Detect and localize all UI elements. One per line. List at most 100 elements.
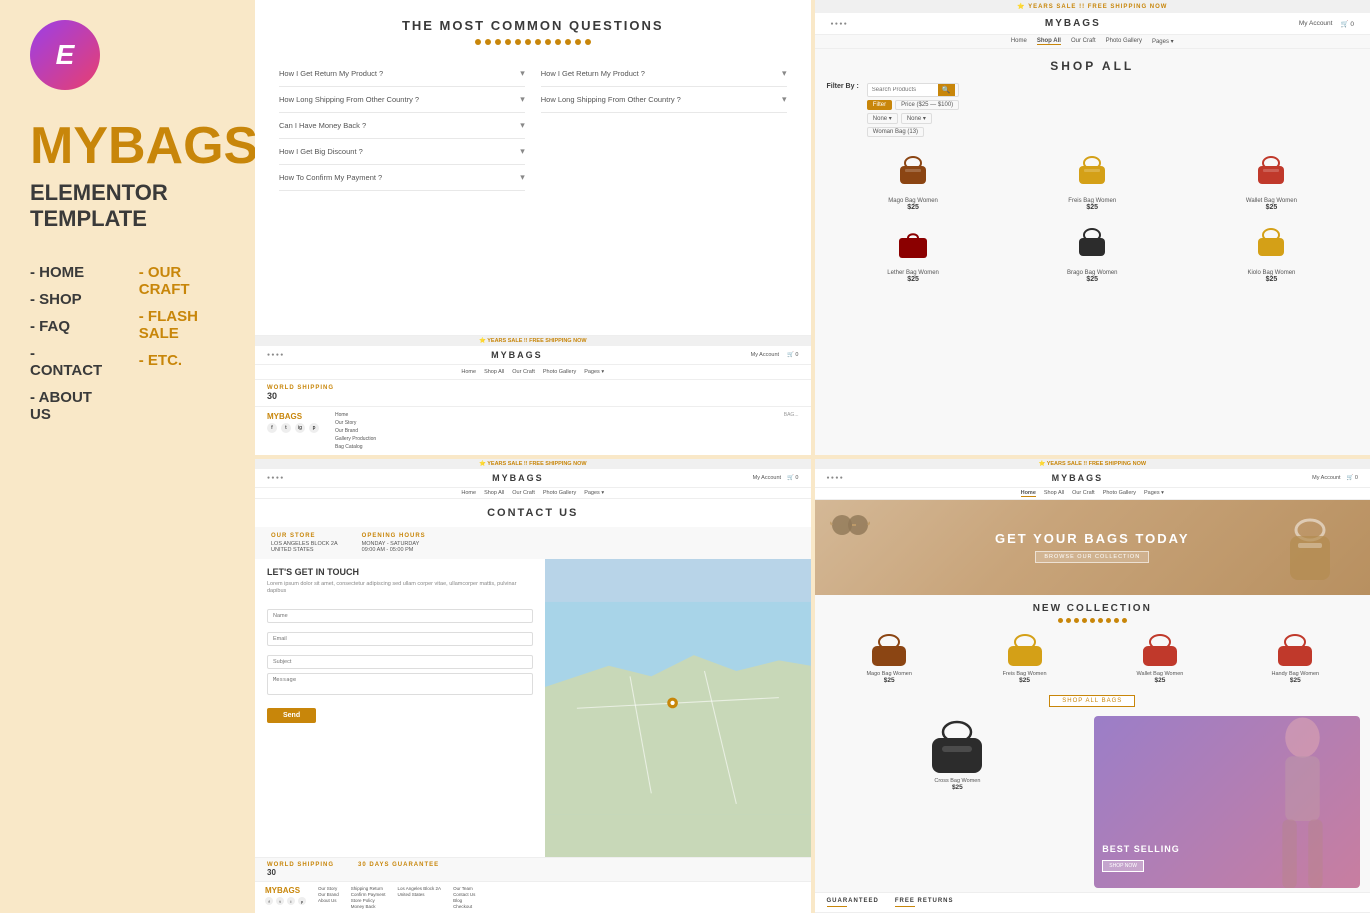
coll-product-2[interactable]: Freis Bag Women $25 bbox=[960, 629, 1089, 684]
faq-item-5[interactable]: How To Confirm My Payment ? ▾ bbox=[279, 165, 525, 191]
coll-product-3[interactable]: Wallet Bag Women $25 bbox=[1095, 629, 1224, 684]
form-input-email[interactable] bbox=[267, 632, 533, 646]
faq-columns: How I Get Return My Product ? ▾ How Long… bbox=[255, 53, 811, 335]
contact-nav: ● ● ● ● MYBAGS My Account 🛒 0 bbox=[255, 469, 811, 488]
contact-nav-home[interactable]: Home bbox=[461, 490, 476, 496]
home-nav-active[interactable]: Home bbox=[1021, 490, 1036, 497]
footer-nav-home[interactable]: Home bbox=[335, 412, 376, 418]
shop-nav-active[interactable]: Shop All bbox=[1037, 38, 1061, 45]
footer-shipping[interactable]: Shipping Return bbox=[351, 886, 386, 891]
faq-nav-pages[interactable]: Pages ▾ bbox=[584, 369, 604, 375]
contact-cart[interactable]: 🛒 0 bbox=[787, 475, 798, 481]
faq-item-3[interactable]: Can I Have Money Back ? ▾ bbox=[279, 113, 525, 139]
guarantee-item-1: GUARANTEED bbox=[827, 898, 879, 907]
filter-price[interactable]: Price ($25 — $100) bbox=[895, 100, 959, 110]
filter-search-input[interactable] bbox=[868, 84, 938, 96]
faq-cart[interactable]: 🛒 0 bbox=[787, 352, 798, 358]
footer-team[interactable]: Our Team bbox=[453, 886, 475, 891]
home-cart[interactable]: 🛒 0 bbox=[1347, 475, 1358, 481]
social-tw[interactable]: t bbox=[281, 423, 291, 433]
footer-social-fb[interactable]: f bbox=[265, 897, 273, 905]
footer-confirm[interactable]: Confirm Payment bbox=[351, 892, 386, 897]
product-card-4[interactable]: Lether Bag Women $25 bbox=[827, 217, 1000, 283]
footer-nav-brand[interactable]: Our Brand bbox=[335, 428, 376, 434]
shop-nav-craft[interactable]: Our Craft bbox=[1071, 38, 1096, 45]
contact-nav-shop[interactable]: Shop All bbox=[484, 490, 504, 496]
shop-nav-pages[interactable]: Pages ▾ bbox=[1152, 38, 1174, 45]
map-visual bbox=[545, 559, 811, 858]
footer-social-tw[interactable]: t bbox=[276, 897, 284, 905]
home-my-account[interactable]: My Account bbox=[1312, 475, 1340, 481]
form-input-message[interactable] bbox=[267, 673, 533, 695]
faq-item-r2[interactable]: How Long Shipping From Other Country ? ▾ bbox=[541, 87, 787, 113]
form-input-subject[interactable] bbox=[267, 655, 533, 669]
faq-nav-gallery[interactable]: Photo Gallery bbox=[543, 369, 576, 375]
shop-all-button[interactable]: SHOP ALL BAGS bbox=[1049, 695, 1135, 707]
contact-nav-left: ● ● ● ● bbox=[267, 475, 283, 481]
product-card-2[interactable]: Freis Bag Women $25 bbox=[1006, 145, 1179, 211]
footer-blog[interactable]: Blog bbox=[453, 898, 475, 903]
faq-footer-nav: Home Our Story Our Brand Gallery Product… bbox=[335, 412, 376, 450]
faq-item-1[interactable]: How I Get Return My Product ? ▾ bbox=[279, 61, 525, 87]
footer-contact-us[interactable]: Contact Us bbox=[453, 892, 475, 897]
contact-ws-value-1: 30 bbox=[267, 868, 334, 877]
footer-nav-gallery[interactable]: Gallery Production bbox=[335, 436, 376, 442]
filter-woman-bag[interactable]: Woman Bag (13) bbox=[867, 127, 924, 137]
coll-product-1[interactable]: Mago Bag Women $25 bbox=[825, 629, 954, 684]
home-nav-pages[interactable]: Pages ▾ bbox=[1144, 490, 1164, 497]
contact-footer: MYBAGS f t i p Our Story Our Brand About… bbox=[255, 881, 811, 913]
contact-nav-craft[interactable]: Our Craft bbox=[512, 490, 535, 496]
contact-my-account[interactable]: My Account bbox=[753, 475, 781, 481]
bestsell-shop-btn[interactable]: SHOP NOW bbox=[1102, 860, 1144, 872]
faq-col-left: How I Get Return My Product ? ▾ How Long… bbox=[271, 61, 533, 327]
product-card-1[interactable]: Mago Bag Women $25 bbox=[827, 145, 1000, 211]
footer-social-pt[interactable]: p bbox=[298, 897, 306, 905]
hero-browse-btn[interactable]: BROWSE OUR COLLECTION bbox=[1035, 551, 1149, 563]
bestsell-product-card[interactable]: Cross Bag Women $25 bbox=[825, 716, 1091, 791]
form-send-button[interactable]: Send bbox=[267, 708, 316, 723]
footer-policy[interactable]: Store Policy bbox=[351, 898, 386, 903]
filter-active-tag[interactable]: Filter bbox=[867, 100, 892, 110]
shop-my-account[interactable]: My Account bbox=[1299, 20, 1333, 28]
social-fb[interactable]: f bbox=[267, 423, 277, 433]
home-nav-shop[interactable]: Shop All bbox=[1044, 490, 1064, 497]
home-nav-gallery[interactable]: Photo Gallery bbox=[1103, 490, 1136, 497]
contact-store-address: LOS ANGELES BLOCK 2AUNITED STATES bbox=[271, 541, 338, 553]
faq-my-account[interactable]: My Account bbox=[751, 352, 779, 358]
form-input-name[interactable] bbox=[267, 609, 533, 623]
footer-nav-story[interactable]: Our Story bbox=[335, 420, 376, 426]
hero-title: GET YOUR BAGS TODAY bbox=[995, 531, 1190, 546]
home-nav-craft[interactable]: Our Craft bbox=[1072, 490, 1095, 497]
filter-label: Filter By : bbox=[827, 83, 859, 90]
faq-nav-home[interactable]: Home bbox=[461, 369, 476, 375]
footer-nav-catalog[interactable]: Bag Catalog bbox=[335, 444, 376, 450]
footer-money-back[interactable]: Money Back bbox=[351, 904, 386, 909]
footer-nav-aboutus[interactable]: About Us bbox=[318, 898, 339, 903]
faq-nav-craft[interactable]: Our Craft bbox=[512, 369, 535, 375]
faq-item-4[interactable]: How I Get Big Discount ? ▾ bbox=[279, 139, 525, 165]
filter-search-btn[interactable]: 🔍 bbox=[938, 84, 955, 96]
contact-nav-pages[interactable]: Pages ▾ bbox=[584, 490, 604, 496]
filter-none-1[interactable]: None ▾ bbox=[867, 113, 898, 124]
faq-item-r1[interactable]: How I Get Return My Product ? ▾ bbox=[541, 61, 787, 87]
footer-nav-brand2[interactable]: Our Brand bbox=[318, 892, 339, 897]
footer-checkout[interactable]: Checkout bbox=[453, 904, 475, 909]
product-card-5[interactable]: Brago Bag Women $25 bbox=[1006, 217, 1179, 283]
coll-product-4[interactable]: Handy Bag Women $25 bbox=[1231, 629, 1360, 684]
footer-nav-story[interactable]: Our Story bbox=[318, 886, 339, 891]
faq-item-2[interactable]: How Long Shipping From Other Country ? ▾ bbox=[279, 87, 525, 113]
shop-nav-home[interactable]: Home bbox=[1011, 38, 1027, 45]
faq-nav-shop[interactable]: Shop All bbox=[484, 369, 504, 375]
filter-inputs: 🔍 Filter Price ($25 — $100) None ▾ None … bbox=[867, 83, 959, 137]
social-ig[interactable]: ig bbox=[295, 423, 305, 433]
contact-nav-gallery[interactable]: Photo Gallery bbox=[543, 490, 576, 496]
product-card-3[interactable]: Wallet Bag Women $25 bbox=[1185, 145, 1358, 211]
shop-cart[interactable]: 🛒 0 bbox=[1340, 20, 1354, 28]
filter-search: 🔍 bbox=[867, 83, 959, 97]
home-nav: ● ● ● ● MYBAGS My Account 🛒 0 bbox=[815, 469, 1370, 488]
footer-social-ig[interactable]: i bbox=[287, 897, 295, 905]
social-pt[interactable]: p bbox=[309, 423, 319, 433]
filter-none-2[interactable]: None ▾ bbox=[901, 113, 932, 124]
shop-nav-gallery[interactable]: Photo Gallery bbox=[1106, 38, 1142, 45]
product-card-6[interactable]: Kiolo Bag Women $25 bbox=[1185, 217, 1358, 283]
